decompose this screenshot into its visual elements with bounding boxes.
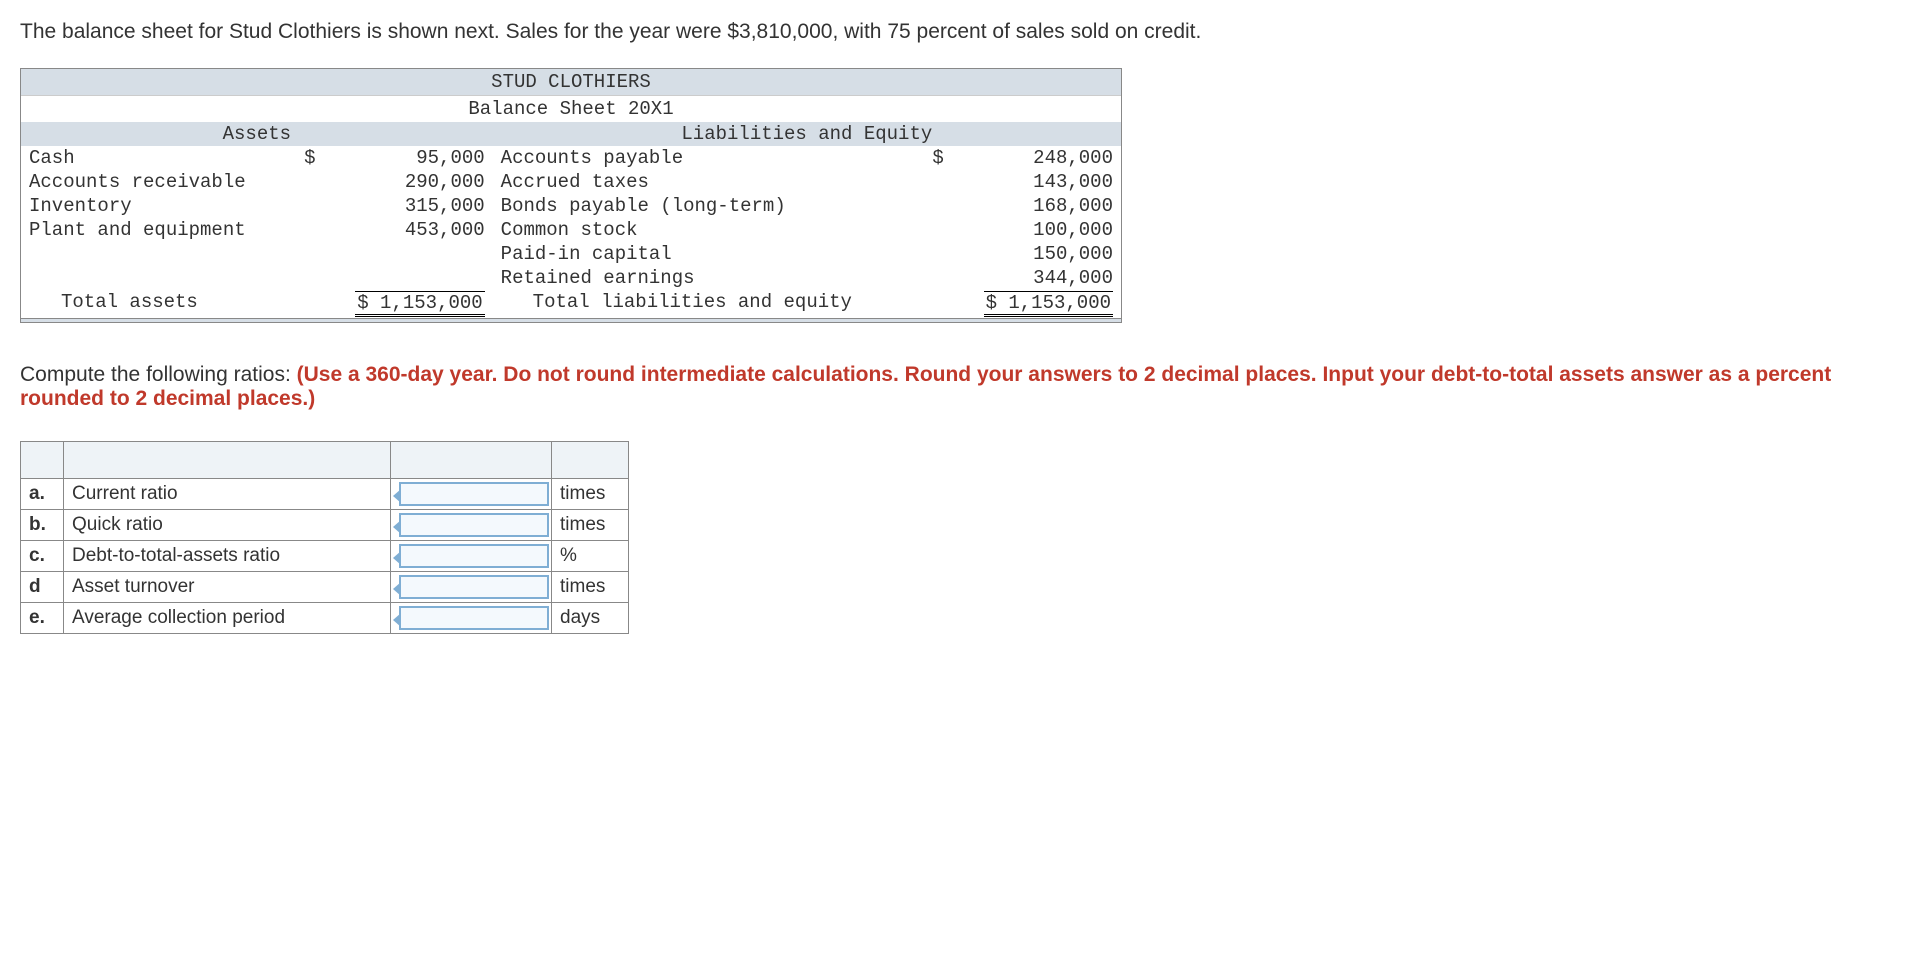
asset-cur	[292, 218, 324, 242]
liab-cur	[920, 218, 952, 242]
answer-unit: days	[552, 603, 629, 634]
asset-val: 453,000	[324, 218, 493, 242]
hdr-blank	[552, 442, 629, 479]
liab-val: 143,000	[952, 170, 1121, 194]
asset-val: 95,000	[324, 146, 493, 170]
answer-input-collection-period[interactable]	[399, 606, 549, 630]
answer-input-asset-turnover[interactable]	[399, 575, 549, 599]
intro-text: The balance sheet for Stud Clothiers is …	[20, 20, 1886, 44]
total-assets-val: $ 1,153,000	[355, 291, 484, 317]
asset-label: Plant and equipment	[21, 218, 292, 242]
liab-val: 150,000	[952, 242, 1121, 266]
liab-cur	[920, 266, 952, 290]
answer-name: Quick ratio	[64, 510, 391, 541]
answer-name: Asset turnover	[64, 572, 391, 603]
liab-val: 248,000	[952, 146, 1121, 170]
answer-row: a. Current ratio times	[21, 479, 629, 510]
liab-label: Accrued taxes	[493, 170, 920, 194]
answer-letter: c.	[21, 541, 64, 572]
answer-letter: e.	[21, 603, 64, 634]
hdr-blank	[21, 442, 64, 479]
bs-table: Assets Liabilities and Equity Cash $ 95,…	[21, 122, 1121, 318]
liab-label: Bonds payable (long-term)	[493, 194, 920, 218]
asset-label: Accounts receivable	[21, 170, 292, 194]
answer-letter: b.	[21, 510, 64, 541]
answer-name: Average collection period	[64, 603, 391, 634]
liab-label: Retained earnings	[493, 266, 920, 290]
balance-sheet: STUD CLOTHIERS Balance Sheet 20X1 Assets…	[20, 68, 1122, 323]
liab-label: Accounts payable	[493, 146, 920, 170]
answer-name: Debt-to-total-assets ratio	[64, 541, 391, 572]
asset-label: Inventory	[21, 194, 292, 218]
liab-val: 344,000	[952, 266, 1121, 290]
liab-label: Paid-in capital	[493, 242, 920, 266]
answer-letter: d	[21, 572, 64, 603]
liab-label: Common stock	[493, 218, 920, 242]
answer-row: b. Quick ratio times	[21, 510, 629, 541]
answer-unit: times	[552, 479, 629, 510]
asset-cur	[292, 170, 324, 194]
instr-lead: Compute the following ratios:	[20, 363, 297, 386]
bs-subtitle: Balance Sheet 20X1	[21, 96, 1121, 122]
liab-val: 100,000	[952, 218, 1121, 242]
instructions: Compute the following ratios: (Use a 360…	[20, 363, 1886, 411]
asset-label: Cash	[21, 146, 292, 170]
answer-input-debt-ratio[interactable]	[399, 544, 549, 568]
asset-val: 290,000	[324, 170, 493, 194]
assets-header: Assets	[21, 122, 493, 146]
asset-val: 315,000	[324, 194, 493, 218]
liab-cur: $	[920, 146, 952, 170]
total-liab-val: $ 1,153,000	[984, 291, 1113, 317]
liab-cur	[920, 194, 952, 218]
total-assets-label: Total assets	[21, 290, 292, 318]
answer-table: a. Current ratio times b. Quick ratio ti…	[20, 441, 629, 634]
asset-cur: $	[292, 146, 324, 170]
answer-name: Current ratio	[64, 479, 391, 510]
asset-cur	[292, 194, 324, 218]
liabilities-header: Liabilities and Equity	[493, 122, 1121, 146]
hdr-blank	[64, 442, 391, 479]
answer-unit: times	[552, 510, 629, 541]
hdr-blank	[391, 442, 552, 479]
answer-row: e. Average collection period days	[21, 603, 629, 634]
liab-cur	[920, 242, 952, 266]
answer-letter: a.	[21, 479, 64, 510]
liab-cur	[920, 170, 952, 194]
answer-row: c. Debt-to-total-assets ratio %	[21, 541, 629, 572]
answer-unit: %	[552, 541, 629, 572]
answer-unit: times	[552, 572, 629, 603]
answer-input-current-ratio[interactable]	[399, 482, 549, 506]
bs-company: STUD CLOTHIERS	[21, 69, 1121, 96]
answer-input-quick-ratio[interactable]	[399, 513, 549, 537]
liab-val: 168,000	[952, 194, 1121, 218]
total-liab-label: Total liabilities and equity	[493, 290, 920, 318]
answer-row: d Asset turnover times	[21, 572, 629, 603]
